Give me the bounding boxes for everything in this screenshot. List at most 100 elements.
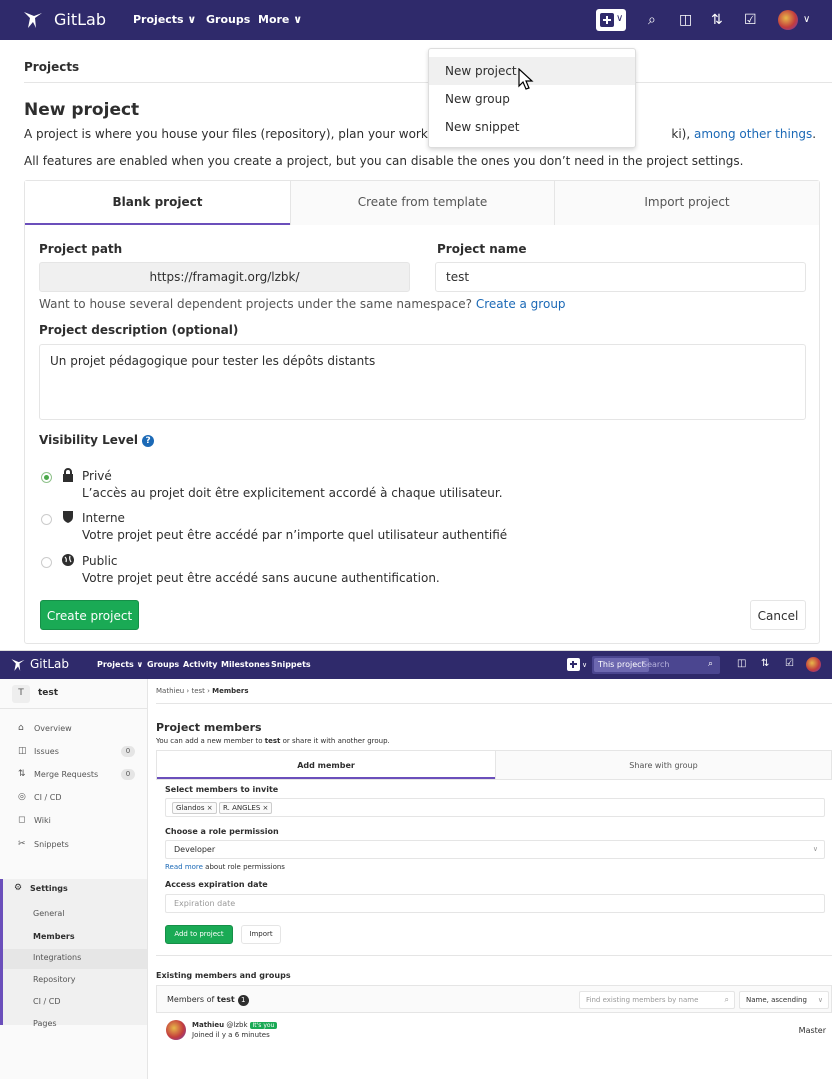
tab-import-project[interactable]: Import project (554, 181, 819, 225)
plus-icon[interactable] (567, 658, 580, 671)
settings-members[interactable]: Members (33, 932, 75, 941)
member-token[interactable]: R. ANGLES × (219, 802, 273, 814)
member-count-badge: 1 (237, 995, 249, 1006)
among-other-things-link[interactable]: among other things (694, 127, 812, 141)
project-name-input[interactable]: test (435, 262, 806, 292)
search-input[interactable]: Search (642, 660, 669, 669)
create-project-button[interactable]: Create project (40, 600, 139, 630)
project-name[interactable]: test (38, 688, 58, 698)
book-icon: ◻ (18, 815, 26, 825)
breadcrumb-owner[interactable]: Mathieu (156, 687, 184, 695)
merge-request-icon[interactable]: ⇅ (761, 658, 769, 669)
nav-milestones[interactable]: Milestones (221, 660, 270, 669)
intro-text-2: All features are enabled when you create… (24, 154, 744, 168)
todo-icon[interactable]: ☑ (785, 658, 794, 669)
visibility-internal-label[interactable]: Interne (82, 511, 125, 525)
nav-more[interactable]: More ∨ (258, 13, 302, 26)
todo-icon[interactable]: ☑ (744, 12, 757, 28)
nav-snippets[interactable]: Snippets (271, 660, 311, 669)
page-title: Project members (156, 721, 262, 734)
read-more-link[interactable]: Read more (165, 863, 203, 871)
role-select[interactable]: Developer ∨ (165, 840, 825, 859)
sidebar-project-header[interactable]: T test (0, 679, 147, 709)
project-members-screen: GitLab Projects ∨ Groups Activity Milest… (0, 650, 832, 1079)
project-description-label: Project description (optional) (39, 323, 239, 337)
merge-request-icon[interactable]: ⇅ (711, 12, 723, 28)
nav-groups[interactable]: Groups (147, 660, 179, 669)
user-avatar[interactable] (778, 10, 798, 30)
visibility-public-help: Votre projet peut être accédé sans aucun… (82, 571, 440, 585)
nav-groups[interactable]: Groups (206, 13, 250, 26)
sidebar-item-snippets[interactable]: ✂ Snippets (0, 833, 147, 855)
sidebar-item-settings[interactable]: ⚙ Settings (0, 877, 147, 899)
member-avatar[interactable] (166, 1020, 186, 1040)
new-dropdown-button[interactable]: ∨ (596, 9, 626, 31)
member-joined: Joined il y a 6 minutes (192, 1031, 270, 1039)
breadcrumb-project[interactable]: test (191, 687, 204, 695)
visibility-public-radio[interactable] (41, 557, 52, 568)
brand-name[interactable]: GitLab (30, 657, 69, 671)
search-box[interactable]: This project Search ⌕ (592, 656, 720, 674)
create-group-link[interactable]: Create a group (476, 297, 566, 311)
visibility-private-help: L’accès au projet doit être explicitemen… (82, 486, 503, 500)
visibility-private-label[interactable]: Privé (82, 469, 112, 483)
settings-general[interactable]: General (33, 909, 65, 918)
sort-select[interactable]: Name, ascending ∨ (739, 991, 829, 1009)
member-token[interactable]: Glandos × (172, 802, 217, 814)
divider (156, 703, 832, 704)
cancel-button[interactable]: Cancel (750, 600, 806, 630)
page-subtitle: You can add a new member to test or shar… (156, 737, 390, 745)
tab-share-with-group[interactable]: Share with group (495, 751, 831, 779)
project-tabs: Blank project Create from template Impor… (25, 181, 819, 225)
search-scope-badge[interactable]: This project (594, 658, 649, 672)
visibility-internal-radio[interactable] (41, 514, 52, 525)
tab-create-from-template[interactable]: Create from template (290, 181, 554, 225)
project-description-textarea[interactable]: Un projet pédagogique pour tester les dé… (39, 344, 806, 420)
namespace-help: Want to house several dependent projects… (39, 297, 566, 311)
settings-integrations[interactable]: Integrations (33, 953, 81, 962)
issues-icon[interactable]: ◫ (679, 12, 692, 28)
gitlab-logo-icon[interactable] (22, 10, 44, 30)
visibility-private-radio[interactable] (41, 472, 52, 483)
members-select-input[interactable]: Glandos × R. ANGLES × (165, 798, 825, 817)
add-to-project-button[interactable]: Add to project (165, 925, 233, 944)
sidebar-item-wiki[interactable]: ◻ Wiki (0, 809, 147, 831)
members-of-label: Members of test 1 (167, 995, 249, 1006)
find-members-input[interactable]: Find existing members by name ⌕ (579, 991, 735, 1009)
sidebar-item-merge-requests[interactable]: ⇅ Merge Requests 0 (0, 763, 147, 785)
search-icon[interactable]: ⌕ (648, 12, 656, 28)
user-avatar[interactable] (806, 657, 821, 672)
nav-activity[interactable]: Activity (183, 660, 218, 669)
visibility-public-label[interactable]: Public (82, 554, 118, 568)
expiration-date-label: Access expiration date (165, 880, 268, 889)
sidebar-item-issues[interactable]: ◫ Issues 0 (0, 740, 147, 762)
issues-icon[interactable]: ◫ (737, 658, 746, 669)
expiration-date-input[interactable]: Expiration date (165, 894, 825, 913)
tab-blank-project[interactable]: Blank project (25, 181, 290, 225)
breadcrumb[interactable]: Projects (24, 60, 79, 74)
help-icon[interactable]: ? (142, 434, 155, 447)
chevron-down-icon: ∨ (817, 996, 823, 1004)
import-button[interactable]: Import (241, 925, 281, 944)
new-dropdown-menu: New project New group New snippet (428, 48, 636, 148)
issues-icon: ◫ (18, 746, 27, 756)
member-role[interactable]: Master (799, 1026, 826, 1035)
settings-pages[interactable]: Pages (33, 1019, 57, 1028)
project-name-label: Project name (437, 242, 527, 256)
gitlab-logo-icon[interactable] (10, 657, 26, 673)
sidebar-item-overview[interactable]: ⌂ Overview (0, 717, 147, 739)
intro-text: A project is where you house your files … (24, 127, 817, 141)
chevron-down-icon[interactable]: ∨ (582, 661, 587, 669)
settings-repository[interactable]: Repository (33, 975, 76, 984)
sidebar-item-ci-cd[interactable]: ◎ CI / CD (0, 786, 147, 808)
avatar-chevron-icon[interactable]: ∨ (803, 14, 810, 25)
nav-projects[interactable]: Projects ∨ (97, 660, 143, 669)
settings-ci-cd[interactable]: CI / CD (33, 997, 60, 1006)
tab-add-member[interactable]: Add member (157, 751, 495, 779)
menu-item-new-snippet[interactable]: New snippet (429, 113, 635, 141)
its-you-badge: It's you (249, 1022, 278, 1029)
lock-icon (63, 468, 73, 482)
nav-projects[interactable]: Projects ∨ (133, 13, 196, 26)
brand-name[interactable]: GitLab (54, 10, 106, 29)
project-path-input: https://framagit.org/lzbk/ (39, 262, 410, 292)
